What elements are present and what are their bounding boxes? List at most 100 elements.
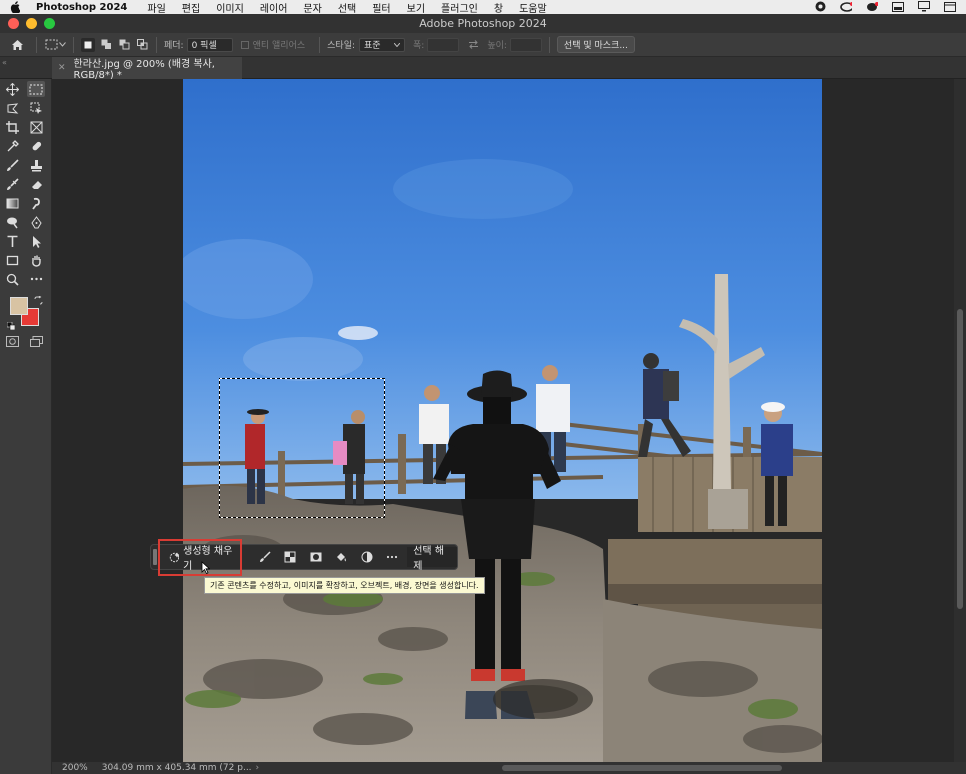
status-bar: 200% 304.09 mm x 405.34 mm (72 p... › <box>52 762 966 774</box>
generative-fill-tooltip: 기존 콘텐츠를 수정하고, 이미지를 확장하고, 오브젝트, 배경, 장면을 생… <box>204 577 485 594</box>
vertical-scrollbar-thumb[interactable] <box>957 309 963 609</box>
horizontal-scrollbar-thumb[interactable] <box>502 765 782 771</box>
foreground-color-swatch[interactable] <box>10 297 28 315</box>
chevron-down-icon <box>394 42 401 47</box>
invert-selection-icon[interactable] <box>278 547 304 567</box>
screen-mode-icon[interactable] <box>27 333 45 349</box>
spot-healing-brush-icon[interactable] <box>27 138 45 154</box>
pen-tool-icon[interactable] <box>27 214 45 230</box>
menu-select[interactable]: 선택 <box>338 0 356 15</box>
style-select-value: 표준 <box>364 41 381 51</box>
more-options-icon[interactable] <box>380 547 406 567</box>
menu-plugins[interactable]: 플러그인 <box>441 0 478 15</box>
adjustment-layer-icon[interactable] <box>354 547 380 567</box>
document-tab-title: 한라산.jpg @ 200% (배경 복사, RGB/8*) * <box>73 59 215 81</box>
eyedropper-tool-icon[interactable] <box>3 138 21 154</box>
chevron-down-icon[interactable] <box>58 38 66 52</box>
menu-help[interactable]: 도움말 <box>519 0 547 15</box>
hallasan-photo[interactable] <box>183 79 822 762</box>
window-title: Adobe Photoshop 2024 <box>419 17 547 30</box>
more-tools-icon[interactable] <box>27 271 45 287</box>
menu-edit[interactable]: 편집 <box>182 0 200 15</box>
lasso-tool-icon[interactable] <box>3 100 21 116</box>
cc-sync-icon[interactable] <box>866 1 878 12</box>
menu-layer[interactable]: 레이어 <box>260 0 288 15</box>
apple-icon[interactable] <box>10 1 24 13</box>
zoom-window-button[interactable] <box>44 18 55 29</box>
menu-file[interactable]: 파일 <box>147 0 165 15</box>
menu-app-name[interactable]: Photoshop 2024 <box>36 2 127 13</box>
style-select[interactable]: 표준 <box>359 37 406 52</box>
create-mask-icon[interactable] <box>303 547 329 567</box>
marquee-preset-icon[interactable] <box>44 38 58 52</box>
window-title-bar: Adobe Photoshop 2024 <box>0 14 966 33</box>
control-center-icon[interactable] <box>944 1 956 12</box>
object-selection-tool-icon[interactable] <box>27 100 45 116</box>
dodge-tool-icon[interactable] <box>3 214 21 230</box>
collapse-panel-icon[interactable]: « <box>2 58 7 67</box>
minimize-window-button[interactable] <box>26 18 37 29</box>
modify-selection-icon[interactable] <box>252 547 278 567</box>
feather-label: 페더: <box>164 41 184 51</box>
mouse-cursor-icon <box>201 561 211 577</box>
deselect-button[interactable]: 선택 해제 <box>407 546 458 572</box>
path-selection-tool-icon[interactable] <box>27 233 45 249</box>
display-icon[interactable] <box>918 1 930 12</box>
menu-image[interactable]: 이미지 <box>216 0 244 15</box>
document-tab-bar: « ✕ 한라산.jpg @ 200% (배경 복사, RGB/8*) * <box>0 57 966 81</box>
menu-view[interactable]: 보기 <box>407 0 425 15</box>
tools-panel <box>0 79 52 774</box>
document-canvas[interactable] <box>52 79 954 762</box>
rectangle-tool-icon[interactable] <box>3 252 21 268</box>
menu-type[interactable]: 문자 <box>303 0 321 15</box>
gradient-tool-icon[interactable] <box>3 195 21 211</box>
move-tool-icon[interactable] <box>3 81 21 97</box>
document-info[interactable]: 304.09 mm x 405.34 mm (72 p... <box>102 763 252 773</box>
style-label: 스타일: <box>327 41 356 51</box>
rectangular-marquee-tool-icon[interactable] <box>27 81 45 97</box>
vertical-scrollbar[interactable] <box>954 79 966 762</box>
select-and-mask-button[interactable]: 선택 및 마스크... <box>556 36 635 53</box>
height-label: 높이: <box>487 41 507 51</box>
width-label: 폭: <box>413 41 425 51</box>
hand-tool-icon[interactable] <box>27 252 45 268</box>
add-selection-icon[interactable] <box>99 38 113 52</box>
feather-input[interactable]: 0 픽셀 <box>186 37 233 52</box>
task-bar-grip[interactable] <box>153 549 157 565</box>
type-tool-icon[interactable] <box>3 233 21 249</box>
antialias-checkbox[interactable] <box>240 40 249 49</box>
close-tab-icon[interactable]: ✕ <box>58 63 66 73</box>
menu-window[interactable]: 창 <box>494 0 503 15</box>
close-window-button[interactable] <box>8 18 19 29</box>
brush-tool-icon[interactable] <box>3 157 21 173</box>
frame-tool-icon[interactable] <box>27 119 45 135</box>
new-selection-icon[interactable] <box>81 37 95 52</box>
antialias-label: 앤티 앨리어스 <box>252 41 306 51</box>
height-input[interactable] <box>509 37 542 52</box>
intersect-selection-icon[interactable] <box>135 38 149 52</box>
menu-filter[interactable]: 필터 <box>372 0 390 15</box>
zoom-level[interactable]: 200% <box>62 763 88 773</box>
creative-cloud-icon[interactable] <box>840 1 852 12</box>
record-icon[interactable] <box>814 1 826 12</box>
swap-colors-icon[interactable] <box>34 295 43 305</box>
fill-selection-icon[interactable] <box>329 547 355 567</box>
quick-mask-icon[interactable] <box>3 333 21 349</box>
home-icon[interactable] <box>10 38 24 52</box>
highlight-box <box>158 539 242 576</box>
options-bar: 페더: 0 픽셀 앤티 앨리어스 스타일: 표준 폭: 높이: 선택 및 마스크… <box>0 33 966 57</box>
crop-tool-icon[interactable] <box>3 119 21 135</box>
history-brush-tool-icon[interactable] <box>3 176 21 192</box>
eraser-tool-icon[interactable] <box>27 176 45 192</box>
window-icon[interactable] <box>892 1 904 12</box>
swap-icon[interactable] <box>466 38 480 52</box>
subtract-selection-icon[interactable] <box>117 38 131 52</box>
document-tab[interactable]: ✕ 한라산.jpg @ 200% (배경 복사, RGB/8*) * <box>52 57 242 81</box>
clone-stamp-tool-icon[interactable] <box>27 157 45 173</box>
blur-tool-icon[interactable] <box>27 195 45 211</box>
width-input[interactable] <box>427 37 460 52</box>
zoom-tool-icon[interactable] <box>3 271 21 287</box>
macos-menu-bar: Photoshop 2024 파일 편집 이미지 레이어 문자 선택 필터 보기… <box>0 0 966 15</box>
chevron-right-icon[interactable]: › <box>256 763 260 773</box>
default-colors-icon[interactable] <box>6 320 16 331</box>
